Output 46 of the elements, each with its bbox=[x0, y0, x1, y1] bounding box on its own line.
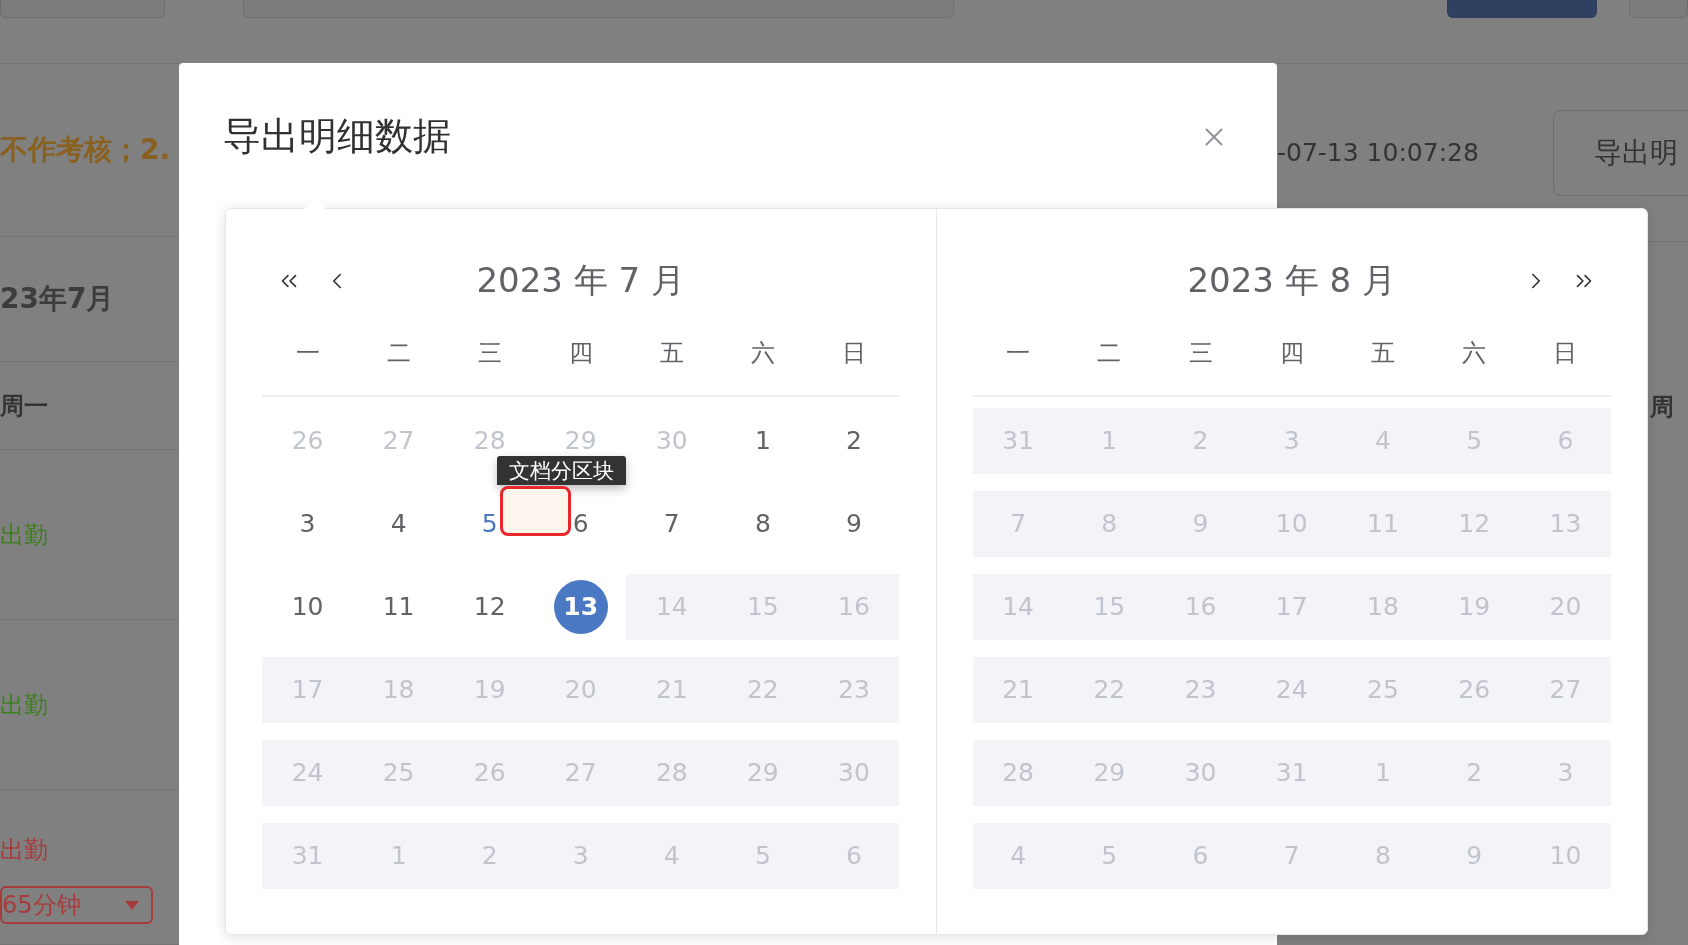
date-cell[interactable]: 8 bbox=[717, 490, 809, 557]
date-cell[interactable]: 27 bbox=[353, 407, 445, 474]
date-cell[interactable]: 4 bbox=[353, 490, 445, 557]
weekday-label: 四 bbox=[568, 338, 593, 369]
date-cell[interactable]: 11 bbox=[353, 573, 445, 640]
weekday-label: 日 bbox=[841, 338, 866, 369]
annotation-label: 文档分区块 bbox=[497, 456, 626, 485]
weekday-label: 日 bbox=[1553, 338, 1578, 369]
weekday-label: 三 bbox=[1188, 338, 1213, 369]
weekday-label: 一 bbox=[1006, 338, 1031, 369]
attendance-status: 出勤 bbox=[0, 519, 48, 551]
attendance-status: 出勤 bbox=[0, 835, 48, 866]
weekday-label: 二 bbox=[386, 338, 411, 369]
dialog-title: 导出明细数据 bbox=[223, 113, 451, 160]
annotation-highlight bbox=[500, 486, 571, 536]
date-cell[interactable]: 2 bbox=[808, 407, 900, 474]
weekday-label: 一 bbox=[295, 338, 320, 369]
date-cell[interactable]: 5 bbox=[444, 490, 536, 557]
weekday-label: 四 bbox=[1279, 338, 1304, 369]
weekday-label: 六 bbox=[1462, 338, 1487, 369]
weekday-label: 六 bbox=[750, 338, 775, 369]
selected-date[interactable]: 13 bbox=[553, 579, 608, 634]
date-cell[interactable]: 3 bbox=[262, 490, 354, 557]
export-button[interactable]: 导出明 bbox=[1552, 109, 1688, 196]
month-title: 2023 年 8 月 bbox=[1187, 259, 1397, 302]
date-cell[interactable]: 1 bbox=[717, 407, 809, 474]
weekday-label: 三 bbox=[477, 338, 502, 369]
timestamp-text: -07-13 10:07:28 bbox=[1277, 138, 1479, 167]
date-cell[interactable]: 6 bbox=[535, 490, 627, 557]
caret-icon bbox=[125, 900, 139, 910]
weekday-label: 二 bbox=[1097, 338, 1122, 369]
weekday-header: 周一 bbox=[0, 390, 49, 422]
date-cell[interactable]: 7 bbox=[626, 490, 718, 557]
weekday-label: 五 bbox=[1370, 338, 1395, 369]
weekday-label: 五 bbox=[659, 338, 684, 369]
date-cell[interactable]: 10 bbox=[262, 573, 354, 640]
duration-select[interactable]: 65分钟 bbox=[0, 886, 153, 924]
month-label: 23年7月 bbox=[0, 281, 116, 317]
date-cell[interactable]: 12 bbox=[444, 573, 536, 640]
date-cell[interactable]: 26 bbox=[262, 407, 354, 474]
weekday-header: 周 bbox=[1650, 392, 1674, 423]
notice-text: 不作考核；2. bbox=[0, 132, 172, 168]
date-cell[interactable]: 9 bbox=[808, 490, 900, 557]
date-cell[interactable]: 30 bbox=[626, 407, 718, 474]
month-title: 2023 年 7 月 bbox=[476, 259, 686, 302]
attendance-status: 出勤 bbox=[0, 689, 48, 721]
